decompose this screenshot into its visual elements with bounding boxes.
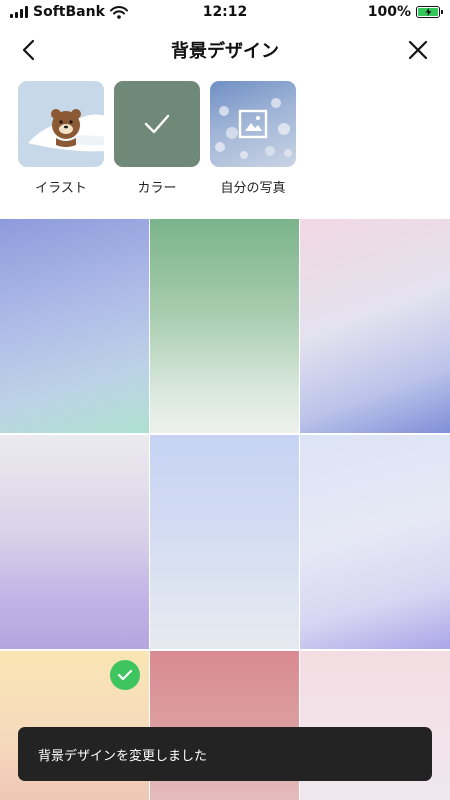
close-button[interactable] — [402, 34, 434, 66]
checkmark-icon — [117, 669, 133, 681]
battery-icon — [416, 6, 443, 18]
tab-label: カラー — [137, 181, 177, 196]
tab-illustration[interactable]: イラスト — [18, 81, 104, 196]
color-thumbnail — [114, 81, 200, 167]
status-right: 100% — [367, 4, 443, 20]
charging-bolt-icon — [425, 8, 431, 16]
battery-percent: 100% — [367, 4, 411, 20]
bear-illustration-icon — [28, 109, 104, 152]
toast-message: 背景デザインを変更しました — [38, 748, 208, 764]
header: 背景デザイン — [0, 28, 450, 72]
photo-thumbnail — [210, 81, 296, 167]
tab-my-photo[interactable]: 自分の写真 — [210, 81, 296, 196]
battery-fill — [418, 8, 438, 16]
close-icon — [408, 40, 428, 60]
illustration-thumbnail — [18, 81, 104, 167]
color-swatch[interactable] — [150, 435, 299, 649]
tab-label: イラスト — [35, 181, 87, 196]
background-category-tabs: イラスト カラー 自分の写真 — [18, 81, 296, 196]
color-swatch[interactable] — [0, 219, 149, 433]
color-swatch[interactable] — [300, 219, 450, 433]
tab-color[interactable]: カラー — [114, 81, 200, 196]
background-color-grid — [0, 219, 450, 800]
tab-label: 自分の写真 — [220, 181, 286, 196]
image-icon — [238, 109, 268, 139]
color-swatch[interactable] — [150, 219, 299, 433]
toast-notification: 背景デザインを変更しました — [18, 727, 432, 781]
status-bar: SoftBank 12:12 100% — [0, 0, 450, 26]
page-title: 背景デザイン — [171, 41, 279, 62]
checkmark-icon — [144, 114, 170, 134]
color-swatch[interactable] — [300, 435, 450, 649]
selected-check-badge — [110, 660, 140, 690]
color-swatch[interactable] — [0, 435, 149, 649]
